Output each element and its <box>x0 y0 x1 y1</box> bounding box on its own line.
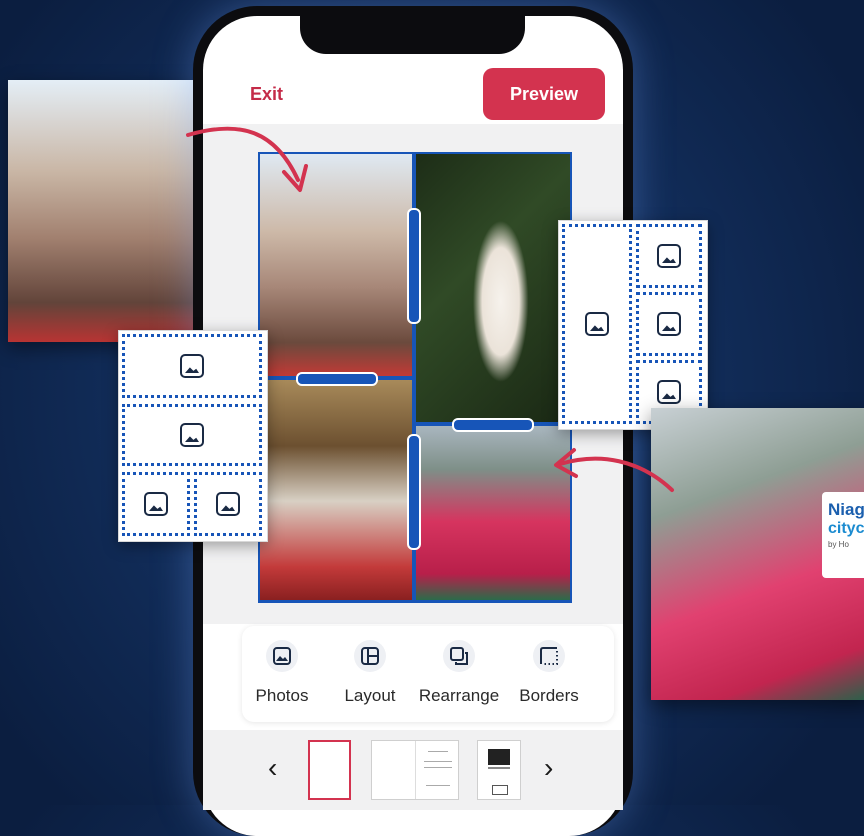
toolbar-borders-button[interactable]: Borders <box>504 640 594 706</box>
page-thumbnail-current[interactable] <box>308 740 351 800</box>
collage-cell-bride[interactable] <box>416 154 570 422</box>
resize-handle-horizontal-right[interactable] <box>452 418 534 432</box>
resize-handle-vertical-bottom[interactable] <box>407 434 421 550</box>
image-icon <box>266 640 298 672</box>
phone-notch <box>300 6 525 54</box>
toolbar-rearrange-label: Rearrange <box>418 686 500 705</box>
image-placeholder-icon <box>180 354 204 378</box>
toolbar-photos-button[interactable]: Photos <box>237 640 327 706</box>
layout-slot <box>122 404 262 466</box>
chevron-left-icon[interactable]: ‹ <box>268 752 277 784</box>
toolbar-layout-button[interactable]: Layout <box>325 640 415 706</box>
image-placeholder-icon <box>144 492 168 516</box>
arrow-icon-from-boat-photo <box>554 448 674 492</box>
toolbar-rearrange-button[interactable]: Rearrange <box>414 640 504 706</box>
layout-icon <box>354 640 386 672</box>
image-placeholder-icon <box>657 380 681 404</box>
rearrange-icon <box>443 640 475 672</box>
page-thumbnail-back[interactable] <box>477 740 521 800</box>
sign-line-3: by Ho <box>828 540 849 549</box>
resize-handle-vertical-top[interactable] <box>407 208 421 324</box>
image-placeholder-icon <box>216 492 240 516</box>
borders-icon <box>533 640 565 672</box>
page-thumbnail-inside[interactable] <box>371 740 459 800</box>
image-placeholder-icon <box>657 244 681 268</box>
layout-slot <box>194 472 262 536</box>
ship-sign: Niaga citycruis by Ho <box>822 492 864 578</box>
toolbar-photos-label: Photos <box>255 686 309 705</box>
layout-slot <box>636 224 702 288</box>
layout-slot <box>636 292 702 356</box>
chevron-right-icon[interactable]: › <box>544 752 553 784</box>
sign-line-1: Niaga <box>828 500 864 519</box>
sign-line-2: citycruis <box>828 520 864 537</box>
resize-handle-horizontal-left[interactable] <box>296 372 378 386</box>
collage-cell-restaurant[interactable] <box>260 380 412 600</box>
toolbar-borders-label: Borders <box>519 686 579 705</box>
layout-slot <box>562 224 632 424</box>
arrow-icon-to-collage <box>186 126 308 192</box>
image-placeholder-icon <box>657 312 681 336</box>
image-placeholder-icon <box>585 312 609 336</box>
layout-slot <box>122 334 262 398</box>
image-placeholder-icon <box>180 423 204 447</box>
layout-slot <box>122 472 190 536</box>
exit-button[interactable]: Exit <box>250 84 283 105</box>
toolbar-layout-label: Layout <box>344 686 396 705</box>
preview-button[interactable]: Preview <box>483 68 605 120</box>
